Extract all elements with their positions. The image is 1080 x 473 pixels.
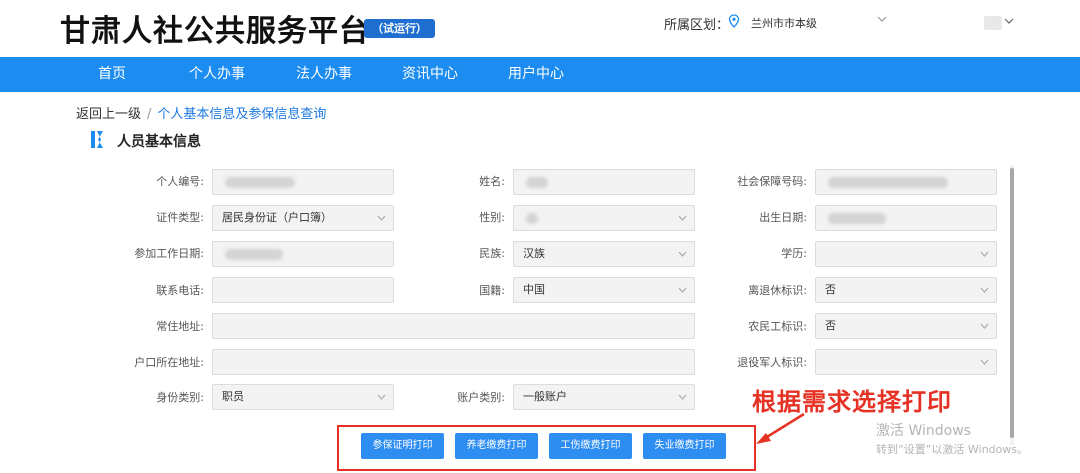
- print-unemployment-payment-button[interactable]: 失业缴费打印: [643, 433, 726, 459]
- account-category-select[interactable]: 一般账户: [513, 384, 695, 410]
- nav-item-user-center[interactable]: 用户中心: [508, 57, 564, 92]
- nav-item-personal[interactable]: 个人办事: [189, 57, 245, 92]
- redacted-value: [225, 249, 283, 260]
- ethnicity-value: 汉族: [523, 247, 545, 260]
- trial-badge: （试运行）: [364, 19, 435, 38]
- chevron-down-icon[interactable]: [1004, 17, 1014, 25]
- identity-category-select[interactable]: 职员: [212, 384, 394, 410]
- region-select[interactable]: 兰州市市本级: [751, 15, 817, 31]
- nav-item-home[interactable]: 首页: [98, 57, 126, 92]
- residence-address-field[interactable]: [212, 313, 695, 339]
- field-label-hukou-address: 户口所在地址:: [134, 356, 204, 369]
- nav-item-corporate[interactable]: 法人办事: [296, 57, 352, 92]
- redacted-value: [828, 177, 948, 188]
- field-label-phone: 联系电话:: [156, 284, 204, 297]
- chevron-down-icon: [980, 251, 989, 257]
- field-label-retired-flag: 离退休标识:: [748, 284, 807, 297]
- chevron-down-icon: [377, 215, 386, 221]
- account-category-value: 一般账户: [523, 390, 567, 403]
- chevron-down-icon: [678, 251, 687, 257]
- identity-category-value: 职员: [222, 390, 244, 403]
- site-brand-title[interactable]: 甘肃人社公共服务平台: [60, 6, 370, 50]
- field-label-birth-date: 出生日期:: [759, 211, 807, 224]
- chevron-down-icon: [678, 215, 687, 221]
- retired-flag-select[interactable]: 否: [815, 277, 997, 303]
- name-field[interactable]: [513, 169, 695, 195]
- breadcrumb: 返回上一级 / 个人基本信息及参保信息查询: [76, 103, 326, 122]
- chevron-down-icon: [678, 394, 687, 400]
- section-title: 人员基本信息: [117, 134, 201, 150]
- redacted-value: [225, 177, 295, 188]
- print-insurance-certificate-button[interactable]: 参保证明打印: [361, 433, 444, 459]
- work-start-date-field[interactable]: [212, 241, 394, 267]
- field-label-identity-category: 身份类别:: [156, 391, 204, 404]
- field-label-veteran-flag: 退役军人标识:: [737, 356, 807, 369]
- field-label-nationality: 国籍:: [479, 284, 505, 297]
- scrollbar-thumb[interactable]: [1010, 168, 1014, 438]
- field-label-ethnicity: 民族:: [479, 247, 505, 260]
- education-select[interactable]: [815, 241, 997, 267]
- gender-select[interactable]: [513, 205, 695, 231]
- chevron-down-icon: [678, 287, 687, 293]
- id-type-select[interactable]: 居民身份证（户口簿）: [212, 205, 394, 231]
- birth-date-field[interactable]: [815, 205, 997, 231]
- site-header: 甘肃人社公共服务平台 （试运行） 所属区划： 兰州市市本级: [0, 0, 1080, 57]
- windows-activation-watermark-subtitle: 转到“设置”以激活 Windows。: [876, 443, 1028, 456]
- field-label-migrant-worker-flag: 农民工标识:: [748, 320, 807, 333]
- chevron-down-icon: [980, 287, 989, 293]
- veteran-flag-select[interactable]: [815, 349, 997, 375]
- hukou-address-field[interactable]: [212, 349, 695, 375]
- personal-id-field[interactable]: [212, 169, 394, 195]
- nationality-value: 中国: [523, 283, 545, 296]
- id-type-value: 居民身份证（户口簿）: [222, 211, 332, 224]
- windows-activation-watermark-title: 激活 Windows: [876, 423, 971, 439]
- migrant-worker-flag-value: 否: [825, 319, 836, 332]
- location-pin-icon: [728, 14, 740, 28]
- chevron-down-icon: [377, 394, 386, 400]
- migrant-worker-flag-select[interactable]: 否: [815, 313, 997, 339]
- field-label-work-start-date: 参加工作日期:: [134, 247, 204, 260]
- user-avatar[interactable]: [984, 16, 1002, 30]
- breadcrumb-back-link[interactable]: 返回上一级: [76, 107, 141, 122]
- print-pension-payment-button[interactable]: 养老缴费打印: [455, 433, 538, 459]
- field-label-account-category: 账户类别:: [457, 391, 505, 404]
- section-marker-icon: [91, 131, 103, 148]
- nationality-select[interactable]: 中国: [513, 277, 695, 303]
- redacted-value: [526, 213, 538, 224]
- breadcrumb-separator: /: [147, 107, 152, 122]
- nav-item-news[interactable]: 资讯中心: [402, 57, 458, 92]
- redacted-value: [828, 213, 886, 224]
- ethnicity-select[interactable]: 汉族: [513, 241, 695, 267]
- region-label: 所属区划：: [664, 18, 730, 33]
- chevron-down-icon[interactable]: [877, 15, 887, 23]
- field-label-name: 姓名:: [479, 175, 505, 188]
- phone-field[interactable]: [212, 277, 394, 303]
- main-nav: 首页 个人办事 法人办事 资讯中心 用户中心: [0, 57, 1080, 92]
- field-label-gender: 性别:: [479, 211, 505, 224]
- redacted-value: [526, 177, 548, 188]
- breadcrumb-current: 个人基本信息及参保信息查询: [157, 107, 327, 122]
- chevron-down-icon: [980, 359, 989, 365]
- ssn-field[interactable]: [815, 169, 997, 195]
- field-label-ssn: 社会保障号码:: [737, 175, 807, 188]
- field-label-id-type: 证件类型:: [156, 211, 204, 224]
- field-label-education: 学历:: [781, 247, 807, 260]
- retired-flag-value: 否: [825, 283, 836, 296]
- field-label-residence-address: 常住地址:: [156, 320, 204, 333]
- field-label-personal-id: 个人编号:: [156, 175, 204, 188]
- print-injury-payment-button[interactable]: 工伤缴费打印: [549, 433, 632, 459]
- red-arrow-icon: [756, 412, 805, 444]
- chevron-down-icon: [980, 323, 989, 329]
